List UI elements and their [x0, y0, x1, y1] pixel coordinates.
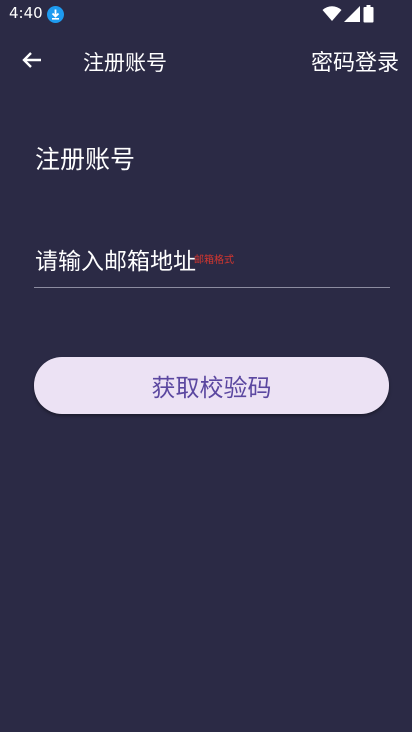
status-bar: 4:40: [0, 0, 412, 28]
app-bar: 注册账号 密码登录: [0, 28, 412, 92]
password-login-button[interactable]: 密码登录: [311, 45, 399, 77]
status-icons: [322, 5, 382, 23]
signal-icon: [344, 6, 360, 22]
get-verification-code-button[interactable]: 获取校验码: [34, 357, 389, 414]
arrow-left-icon: [22, 52, 41, 68]
page-title: 注册账号: [83, 51, 167, 75]
register-screen: 4:40 注册账号 密码登录 注册账号 请输入邮箱地址 邮箱格式 获取校验码: [0, 0, 412, 732]
get-verification-code-label: 获取校验码: [151, 374, 272, 402]
wifi-icon: [322, 6, 342, 21]
email-field: 邮箱格式: [34, 234, 390, 288]
email-error-text: 邮箱格式: [194, 255, 234, 266]
status-time: 4:40: [9, 4, 43, 22]
download-icon: [47, 6, 64, 23]
register-heading: 注册账号: [35, 145, 136, 174]
battery-icon: [363, 5, 374, 23]
back-button[interactable]: [14, 42, 50, 78]
